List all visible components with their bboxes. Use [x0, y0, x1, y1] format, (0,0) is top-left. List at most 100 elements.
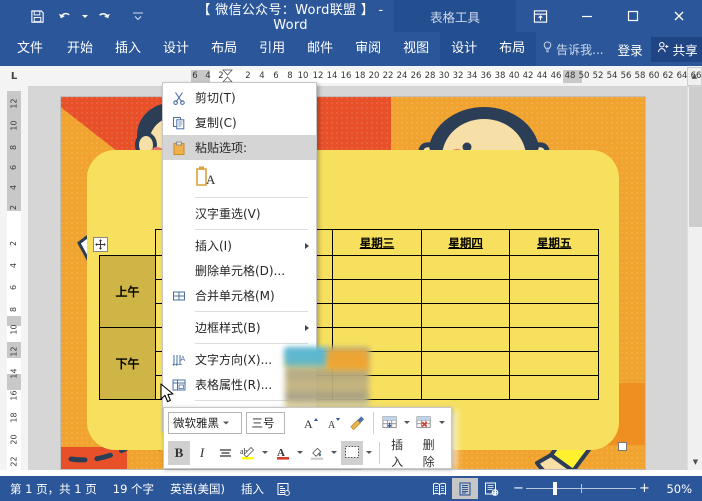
context-menu-item-cut[interactable]: 剪切(T) — [163, 85, 316, 110]
save-icon[interactable] — [24, 4, 50, 28]
format-painter-button[interactable] — [346, 411, 368, 435]
tab-home[interactable]: 开始 — [56, 32, 104, 66]
shrink-font-button[interactable]: A — [323, 411, 345, 435]
table-cell[interactable] — [509, 375, 599, 400]
tab-insert[interactable]: 插入 — [104, 32, 152, 66]
tab-review[interactable]: 审阅 — [344, 32, 392, 66]
borders-button[interactable] — [340, 440, 363, 465]
page-count[interactable]: 第 1 页，共 1 页 — [0, 481, 105, 497]
tab-view[interactable]: 视图 — [392, 32, 440, 66]
chevron-down-icon[interactable] — [223, 421, 230, 424]
table-header-thursday[interactable]: 星期四 — [420, 229, 511, 256]
table-cell[interactable] — [420, 303, 511, 328]
tab-stop-selector[interactable]: L — [0, 65, 28, 87]
tab-file[interactable]: 文件 — [0, 32, 56, 66]
proofing-errors-icon[interactable] — [272, 479, 294, 499]
horizontal-ruler[interactable]: 642 2468 10 12 14 16 18 20 22 24 26 28 30 32 34 36… — [56, 69, 701, 84]
print-layout-icon[interactable] — [452, 478, 479, 499]
tab-layout[interactable]: 布局 — [200, 32, 248, 66]
table-cell[interactable] — [509, 279, 599, 304]
table-cell[interactable] — [509, 351, 599, 376]
minimize-icon[interactable] — [564, 0, 610, 32]
zoom-out-button[interactable]: − — [510, 481, 526, 496]
close-icon[interactable] — [656, 0, 702, 32]
insert-table-button[interactable] — [379, 411, 401, 435]
table-cell[interactable] — [332, 303, 422, 328]
redo-icon[interactable] — [91, 4, 117, 28]
context-menu-item-merge-cells[interactable]: 合并单元格(M) — [163, 283, 316, 308]
tell-me-box[interactable]: 告诉我... — [536, 41, 609, 58]
tab-mailings[interactable]: 邮件 — [296, 32, 344, 66]
read-mode-icon[interactable] — [426, 478, 452, 499]
text-highlight-button[interactable]: ab — [237, 441, 259, 465]
language-indicator[interactable]: 英语(美国) — [162, 481, 233, 497]
row-label-pm[interactable]: 下午 — [99, 327, 156, 400]
keep-text-only-paste-icon[interactable]: A — [195, 164, 217, 191]
context-menu-item-paste-options[interactable]: 粘贴选项: — [163, 135, 316, 160]
tab-table-layout[interactable]: 布局 — [488, 32, 536, 66]
context-menu-item-insert[interactable]: 插入(I) — [163, 233, 316, 258]
table-cell[interactable] — [420, 327, 511, 352]
customize-qat-icon[interactable] — [125, 4, 151, 28]
borders-dropdown[interactable] — [364, 441, 375, 465]
table-cell[interactable] — [420, 279, 511, 304]
align-button[interactable] — [214, 441, 236, 465]
tab-references[interactable]: 引用 — [248, 32, 296, 66]
table-cell[interactable] — [509, 327, 599, 352]
grow-font-button[interactable]: A — [300, 411, 322, 435]
bold-button[interactable]: B — [168, 440, 190, 465]
zoom-slider-thumb[interactable] — [553, 482, 558, 495]
font-size-box[interactable]: 三号 — [246, 411, 285, 434]
table-header-wednesday[interactable]: 星期三 — [332, 229, 422, 256]
italic-button[interactable]: I — [191, 441, 213, 465]
sign-in-button[interactable]: 登录 — [610, 40, 651, 59]
word-count[interactable]: 19 个字 — [105, 481, 162, 497]
zoom-in-button[interactable]: + — [636, 481, 652, 496]
share-button[interactable]: 共享 — [650, 36, 702, 62]
tab-table-design[interactable]: 设计 — [440, 32, 488, 66]
table-cell[interactable] — [332, 279, 422, 304]
insert-button[interactable]: 插入 — [385, 436, 415, 470]
undo-icon[interactable] — [52, 4, 78, 28]
table-resize-handle-icon[interactable] — [618, 442, 627, 451]
context-menu-item-border-styles[interactable]: 边框样式(B) — [163, 315, 316, 340]
vertical-scrollbar[interactable]: ▼ — [687, 87, 702, 470]
highlight-dropdown[interactable] — [260, 441, 271, 465]
vertical-ruler[interactable]: 12 10 8 6 4 2 2 4 6 8 10 12 14 16 18 20 … — [0, 87, 28, 470]
tab-design[interactable]: 设计 — [152, 32, 200, 66]
table-cell[interactable] — [332, 255, 422, 280]
table-header-friday[interactable]: 星期五 — [509, 229, 599, 256]
insert-table-dropdown[interactable] — [402, 411, 413, 435]
delete-button[interactable]: 删除 — [417, 436, 447, 470]
mini-toolbar[interactable]: 微软雅黑 三号 A A B I ab A 插入 删除 — [163, 407, 452, 469]
table-cell[interactable] — [420, 255, 511, 280]
font-color-dropdown[interactable] — [295, 441, 306, 465]
shading-dropdown[interactable] — [329, 441, 340, 465]
ribbon-display-options-icon[interactable] — [516, 0, 564, 32]
zoom-slider[interactable]: − + — [504, 481, 658, 496]
zoom-slider-track[interactable] — [526, 482, 637, 495]
table-cell[interactable] — [420, 375, 511, 400]
paste-options-row[interactable]: A — [163, 160, 316, 194]
delete-table-dropdown[interactable] — [436, 411, 447, 435]
undo-dropdown-icon[interactable] — [80, 4, 89, 28]
scroll-down-button[interactable]: ▼ — [688, 454, 702, 470]
web-layout-icon[interactable] — [478, 478, 504, 499]
table-move-handle-icon[interactable] — [93, 237, 108, 252]
merge-cells-icon — [169, 286, 189, 306]
table-cell[interactable] — [509, 255, 599, 280]
delete-table-button[interactable] — [413, 411, 435, 435]
table-cell[interactable] — [420, 351, 511, 376]
context-menu-item-reconvert[interactable]: 汉字重选(V) — [163, 201, 316, 226]
scrollbar-thumb[interactable] — [689, 87, 702, 227]
font-color-button[interactable]: A — [272, 441, 294, 465]
maximize-icon[interactable] — [610, 0, 656, 32]
context-menu-item-copy[interactable]: 复制(C) — [163, 110, 316, 135]
shading-button[interactable] — [306, 441, 328, 465]
row-label-am[interactable]: 上午 — [99, 255, 156, 328]
table-cell[interactable] — [509, 303, 599, 328]
insert-mode[interactable]: 插入 — [233, 481, 272, 497]
context-menu-item-delete-cells[interactable]: 删除单元格(D)... — [163, 258, 316, 283]
zoom-level[interactable]: 50% — [658, 482, 702, 496]
font-name-box[interactable]: 微软雅黑 — [168, 411, 243, 434]
